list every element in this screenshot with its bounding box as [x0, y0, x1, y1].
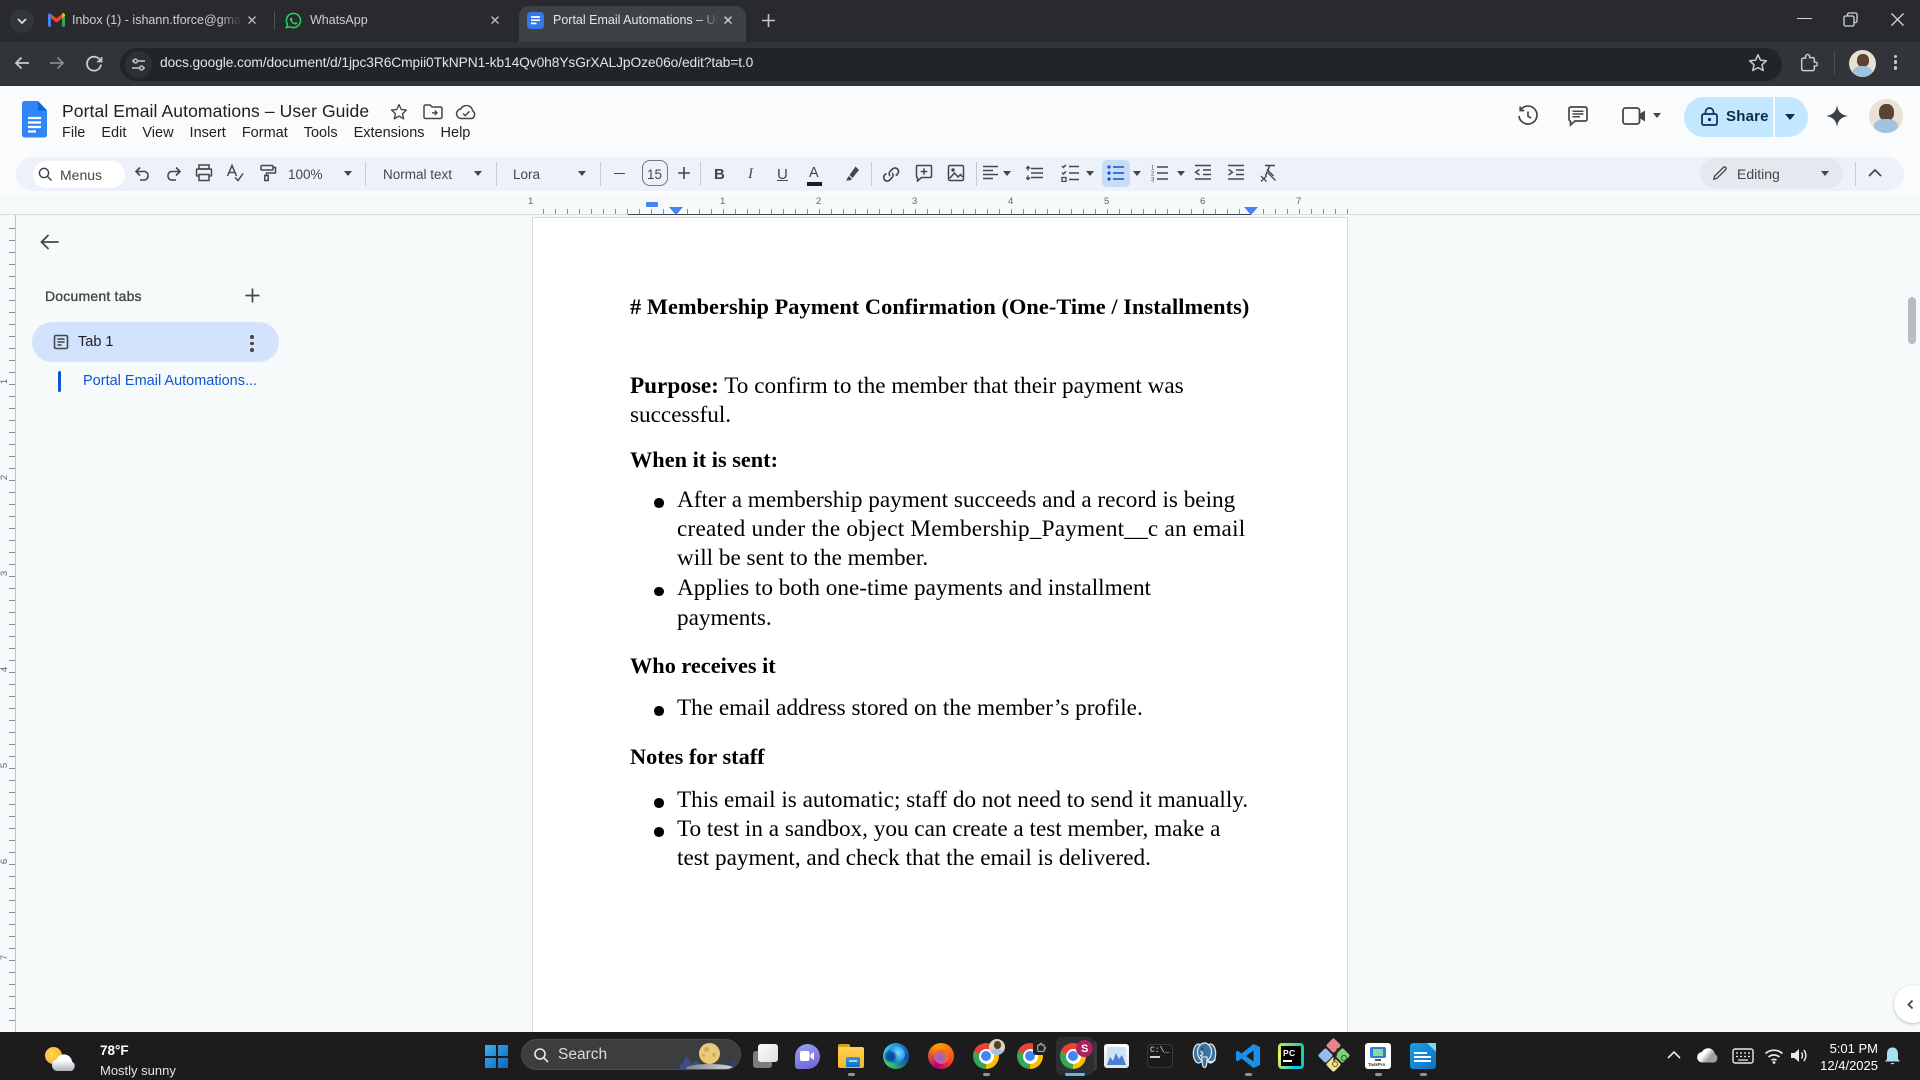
- svg-text:3: 3: [1151, 178, 1155, 183]
